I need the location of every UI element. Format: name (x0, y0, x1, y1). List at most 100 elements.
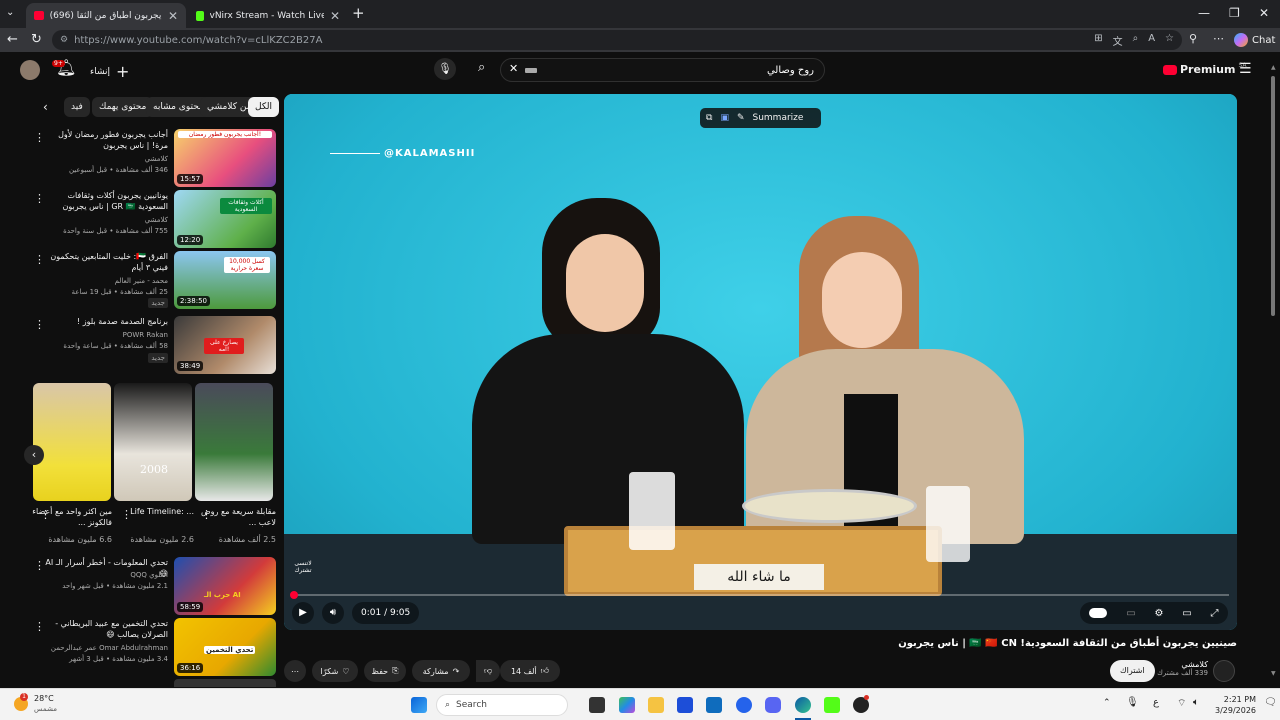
install-app-icon[interactable]: ⊞ (1094, 33, 1102, 48)
thanks-button[interactable]: شكرًا ♡ (312, 660, 358, 682)
list-item[interactable]: ⋮ برنامج الصدمة صدمة بلوز ! POWR Rakan 5… (28, 316, 276, 374)
channel-avatar[interactable] (1213, 660, 1235, 682)
youtube-premium-logo[interactable]: Premium SA (1163, 62, 1247, 76)
copilot-app-icon[interactable] (619, 697, 635, 713)
maximize-button[interactable]: ❐ (1229, 6, 1240, 20)
back-arrow-icon[interactable]: ← (7, 32, 18, 47)
fullscreen-icon[interactable]: ⤢ (1211, 608, 1219, 619)
list-item[interactable]: ⋮ تحدي المعلومات - أخطر أسرار الـ AI 😄 ا… (28, 557, 276, 615)
site-info-icon[interactable]: ⚙ (60, 35, 68, 45)
play-button[interactable]: ▶ (292, 602, 314, 624)
scroll-down-icon[interactable]: ▼ (1271, 670, 1276, 677)
copilot-chat-button[interactable]: Chat (1234, 31, 1275, 49)
settings-gear-icon[interactable]: ⚙ (1154, 608, 1163, 619)
video-thumbnail[interactable]: أكلات وثقافات السعودية 12:20 (174, 190, 276, 248)
autoplay-toggle[interactable] (1089, 608, 1108, 618)
volume-icon[interactable]: 🔊︎ (322, 602, 344, 624)
progress-bar[interactable] (289, 591, 1229, 599)
address-bar[interactable]: ⚙ https://www.youtube.com/watch?v=cLlKZC… (52, 30, 1182, 50)
video-thumbnail[interactable]: أجانب يجربون فطور رمضان! 15:57 (174, 129, 276, 187)
picture-in-picture-icon[interactable]: ⧉ (706, 113, 712, 123)
discord-icon[interactable] (765, 697, 781, 713)
subscribe-button[interactable]: اشتراك (1110, 660, 1155, 682)
outlook-icon[interactable] (706, 697, 722, 713)
share-button[interactable]: مشاركة ↷ (412, 660, 470, 682)
short-thumbnail[interactable]: 2008 (114, 383, 192, 501)
chip-all[interactable]: الكل (248, 97, 280, 117)
new-tab-button[interactable]: + (352, 4, 365, 22)
zoom-icon[interactable]: ⌕ (1133, 33, 1139, 48)
tab-list-icon[interactable]: ⌄ (6, 7, 14, 18)
language-indicator[interactable]: ع (1153, 697, 1159, 708)
video-thumbnail[interactable]: تحدي التخمين 36:16 (174, 618, 276, 676)
search-icon[interactable]: ⌕ (478, 60, 485, 75)
show-hidden-icons-icon[interactable]: ⌃ (1103, 698, 1111, 708)
taskbar-search-input[interactable]: ⌕ Search (436, 694, 568, 716)
progress-scrubber[interactable] (289, 591, 298, 599)
file-explorer-icon[interactable] (648, 697, 664, 713)
short-thumbnail[interactable] (33, 383, 111, 501)
clear-search-icon[interactable]: ✕ (509, 62, 518, 75)
weather-temp[interactable]: 28°C (34, 694, 54, 703)
favorite-star-icon[interactable]: ☆ (1165, 33, 1174, 48)
microphone-icon[interactable]: 🎙︎ (1126, 697, 1139, 708)
video-thumbnail[interactable] (174, 679, 276, 687)
scrollbar-thumb[interactable] (1271, 76, 1275, 316)
edge-browser-icon[interactable] (795, 697, 811, 713)
hamburger-menu-icon[interactable]: ☰ (1239, 61, 1252, 77)
capture-icon[interactable]: ▣ (720, 113, 729, 123)
create-button[interactable]: إنشاء + (90, 62, 129, 81)
read-aloud-icon[interactable]: A (1148, 33, 1155, 48)
translate-icon[interactable]: 文 (1113, 33, 1123, 48)
summarize-icon[interactable]: ✎ (737, 113, 745, 123)
close-window-button[interactable]: ✕ (1259, 6, 1269, 20)
app-icon[interactable] (736, 697, 752, 713)
tab-youtube[interactable]: (696) صينيين يجربون أطباق من الثقا ✕ (26, 3, 186, 28)
list-item[interactable]: ⋮ تحدي التخمين مع عبيد البريطاني - الصرل… (28, 618, 276, 676)
search-input[interactable]: ✕ روح وصالي (500, 58, 825, 82)
kick-app-icon[interactable] (824, 697, 840, 713)
avatar[interactable] (20, 60, 40, 80)
tab-close-icon[interactable]: ✕ (168, 9, 178, 23)
clock[interactable]: 2:21 PM 3/29/2026 (1215, 694, 1256, 716)
shorts-scroll-left-icon[interactable]: ‹ (24, 445, 44, 465)
tab-kick[interactable]: vNirx Stream - Watch Live on Kick ✕ (188, 3, 348, 28)
list-item[interactable]: ⋮ يونانيين يجربون أكلات وثقافات السعودية… (28, 190, 276, 248)
chips-scroll-left-icon[interactable]: ‹ (43, 100, 48, 114)
like-button[interactable]: 14 ألف 👍︎ (500, 660, 560, 682)
list-item[interactable]: ⋮ أجانب يجربون فطور رمضان لأول مرة! | نا… (28, 129, 276, 187)
save-button[interactable]: حفظ ⎘ (364, 660, 406, 682)
short-thumbnail[interactable] (195, 383, 273, 501)
thumbnail-text: حرب الـ AI (204, 591, 241, 599)
chip-feed[interactable]: فيد (64, 97, 90, 117)
chip-relevant[interactable]: محتوى يهمك (92, 97, 154, 117)
more-menu-icon[interactable]: ⋯ (1213, 32, 1224, 45)
video-player[interactable]: ما شاء الله @KALAMASHII ⧉ ▣ ✎ Summarize … (284, 94, 1237, 630)
start-windows-icon[interactable] (411, 697, 427, 713)
reload-icon[interactable]: ↻ (31, 32, 42, 47)
more-options-button[interactable]: ⋯ (284, 660, 306, 682)
save-label: حفظ (371, 666, 389, 676)
subtitles-icon[interactable]: ▭ (1126, 608, 1135, 619)
tab-close-icon[interactable]: ✕ (330, 9, 340, 23)
short-title: Life Timeline: ... (130, 507, 194, 516)
video-thumbnail[interactable]: حرب الـ AI 58:59 (174, 557, 276, 615)
minimize-button[interactable]: — (1198, 6, 1210, 20)
store-icon[interactable] (677, 697, 693, 713)
theater-mode-icon[interactable]: ▭ (1182, 608, 1191, 619)
scroll-up-icon[interactable]: ▲ (1271, 64, 1276, 71)
extensions-icon[interactable]: ⚲ (1189, 32, 1197, 45)
task-view-icon[interactable] (589, 697, 605, 713)
wifi-icon[interactable]: ⌔ (1177, 697, 1186, 710)
speaker-icon[interactable]: 🔈︎ (1193, 697, 1199, 708)
video-thumbnail[interactable]: كسل 10,000 سعرة حرارية 2:38:50 (174, 251, 276, 309)
list-item[interactable]: ⋮ الفرق 🇦🇪: خليت المتابعين يتحكمون فيني … (28, 251, 276, 309)
thumbnail-text: أجانب يجربون فطور رمضان! (178, 131, 272, 138)
keyboard-icon[interactable] (525, 68, 537, 73)
video-thumbnail[interactable]: يصارخ على امه! 38:49 (174, 316, 276, 374)
page-scrollbar[interactable]: ▲ ▼ (1270, 62, 1276, 682)
notification-center-icon[interactable]: 🗨︎ (1264, 697, 1277, 708)
voice-search-mic-icon[interactable]: 🎙︎ (434, 58, 456, 80)
summarize-button[interactable]: Summarize (753, 113, 804, 123)
dislike-button[interactable]: 👎︎ (476, 660, 500, 682)
